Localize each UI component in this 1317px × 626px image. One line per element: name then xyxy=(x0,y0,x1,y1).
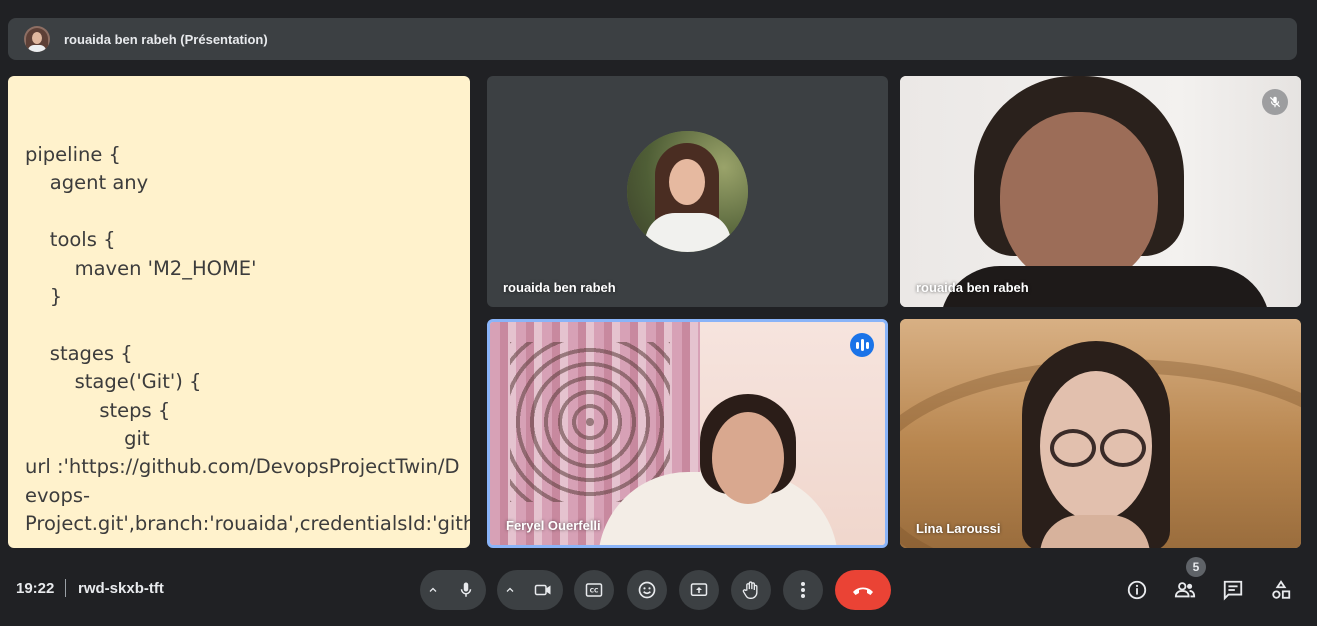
people-icon xyxy=(1174,582,1196,598)
meeting-details-button[interactable] xyxy=(1124,577,1150,603)
participant-tile-speaking[interactable]: Feryel Ouerfelli xyxy=(487,319,888,548)
glasses-left xyxy=(1050,429,1096,467)
participant-tile-video[interactable]: rouaida ben rabeh xyxy=(900,76,1301,307)
chevron-up-icon xyxy=(506,587,514,592)
code-line: maven 'M2_HOME' xyxy=(25,256,257,280)
code-line: tools { xyxy=(25,228,116,252)
video-feed xyxy=(1000,112,1158,287)
presenter-title: rouaida ben rabeh (Présentation) xyxy=(64,31,268,47)
participant-count-badge: 5 xyxy=(1186,557,1206,577)
mic-icon xyxy=(460,582,472,597)
code-line: Project.git',branch:'rouaida',credential… xyxy=(25,512,470,536)
presenter-bar: rouaida ben rabeh (Présentation) xyxy=(8,18,1297,60)
raise-hand-button[interactable] xyxy=(731,570,771,610)
mic-options-button[interactable] xyxy=(420,584,446,596)
presenter-avatar xyxy=(24,26,50,52)
people-button[interactable] xyxy=(1172,577,1198,603)
control-bar: 19:22 rwd-skxb-tft CC xyxy=(0,560,1317,618)
emoji-icon xyxy=(638,581,656,599)
hangup-icon xyxy=(853,587,873,595)
mic-toggle-button[interactable] xyxy=(446,581,486,599)
code-line: agent any xyxy=(25,171,149,195)
mic-off-icon xyxy=(1262,89,1288,115)
code-line: } xyxy=(25,285,63,309)
chat-icon xyxy=(1223,580,1243,601)
camera-toggle-button[interactable] xyxy=(523,581,563,599)
code-line: pipeline { xyxy=(25,143,121,166)
speaking-indicator-icon xyxy=(850,333,874,357)
captions-button[interactable]: CC xyxy=(574,570,614,610)
glasses-right xyxy=(1100,429,1146,467)
meeting-code: rwd-skxb-tft xyxy=(78,580,164,597)
more-vert-icon xyxy=(801,582,805,598)
svg-text:CC: CC xyxy=(590,588,599,595)
participant-name: rouaida ben rabeh xyxy=(916,280,1029,295)
info-icon xyxy=(1127,580,1147,600)
present-icon xyxy=(690,583,708,596)
activities-button[interactable] xyxy=(1268,577,1294,603)
camera-options-button[interactable] xyxy=(497,584,523,596)
presentation-screen: pipeline { agent any tools { maven 'M2_H… xyxy=(8,76,470,548)
camera-icon xyxy=(534,584,551,596)
code-line: url :'https://github.com/DevopsProjectTw… xyxy=(25,455,460,479)
chevron-up-icon xyxy=(429,587,437,592)
video-feed xyxy=(712,412,784,504)
leave-call-button[interactable] xyxy=(835,570,891,610)
code-line: git xyxy=(25,427,150,451)
participant-name: rouaida ben rabeh xyxy=(503,280,616,295)
participant-tile-avatar[interactable]: rouaida ben rabeh xyxy=(487,76,888,307)
activities-icon xyxy=(1272,580,1291,599)
microphone-control xyxy=(420,570,486,610)
code-line: evops- xyxy=(25,483,91,507)
participant-name: Lina Laroussi xyxy=(916,521,1001,536)
participant-tile-video[interactable]: Lina Laroussi xyxy=(900,319,1301,548)
reactions-button[interactable] xyxy=(627,570,667,610)
code-line: stage('Git') { xyxy=(25,370,202,394)
code-line: stages { xyxy=(25,341,133,365)
code-line: steps { xyxy=(25,398,171,422)
more-options-button[interactable] xyxy=(783,570,823,610)
chat-button[interactable] xyxy=(1220,577,1246,603)
participant-name: Feryel Ouerfelli xyxy=(506,518,601,533)
clock: 19:22 xyxy=(16,580,55,597)
captions-icon: CC xyxy=(585,583,603,597)
hand-icon xyxy=(742,581,758,599)
divider xyxy=(65,579,66,597)
participant-avatar xyxy=(627,131,748,252)
code-text: pipeline { agent any tools { maven 'M2_H… xyxy=(25,141,470,539)
camera-control xyxy=(497,570,563,610)
present-screen-button[interactable] xyxy=(679,570,719,610)
